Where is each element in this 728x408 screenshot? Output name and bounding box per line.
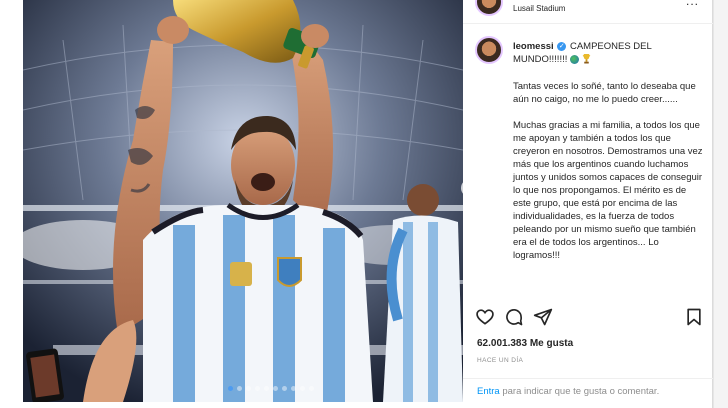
photo-illustration [23,0,463,402]
globe-emoji-icon [570,54,580,64]
carousel-dot [255,386,260,391]
more-options-button[interactable]: ... [686,0,699,8]
post-header: Lusail Stadium ... [463,0,713,24]
caption-avatar[interactable] [475,36,503,64]
caption-body: Tantas veces lo soñé, tanto lo deseaba q… [513,81,703,261]
likes-count[interactable]: 62.001.383 Me gusta [477,338,573,349]
avatar[interactable] [475,0,503,16]
carousel-dot [309,386,314,391]
caption-header: leomessi ✓ CAMPEONES DEL MUNDO!!!!!!! [513,40,703,66]
login-link[interactable]: Entra [477,386,500,397]
carousel-dot [300,386,305,391]
timestamp: HACE UN DÍA [477,357,524,364]
carousel-dot [237,386,242,391]
instagram-post-view: Lusail Stadium ... leomessi ✓ CAMPEONES … [0,0,728,408]
carousel-dot [228,386,233,391]
carousel-dot [291,386,296,391]
share-button[interactable] [533,307,553,327]
carousel-dot [282,386,287,391]
login-prompt-text: para indicar que te gusta o comentar. [499,386,660,397]
login-prompt: Entra para indicar que te gusta o coment… [477,386,659,397]
send-icon [533,308,553,326]
carousel-dot [273,386,278,391]
like-button[interactable] [475,307,495,327]
carousel-dots [228,386,314,391]
action-bar [475,307,705,327]
username-link[interactable]: leomessi [513,41,554,52]
carousel-dot [246,386,251,391]
comment-button[interactable] [504,307,524,327]
comment-icon [506,309,523,326]
heart-icon [476,309,494,325]
location-link[interactable]: Lusail Stadium [513,4,565,13]
verified-badge-icon: ✓ [557,41,567,51]
trophy-emoji-icon [582,54,590,64]
post-side-panel: Lusail Stadium ... leomessi ✓ CAMPEONES … [463,0,713,408]
carousel-dot [264,386,269,391]
save-button[interactable] [684,307,704,327]
scrollbar[interactable] [713,0,728,408]
comment-footer: Entra para indicar que te gusta o coment… [463,378,713,408]
post-photo[interactable] [23,0,463,402]
caption: leomessi ✓ CAMPEONES DEL MUNDO!!!!!!! Ta… [475,36,705,298]
bookmark-icon [687,308,701,326]
